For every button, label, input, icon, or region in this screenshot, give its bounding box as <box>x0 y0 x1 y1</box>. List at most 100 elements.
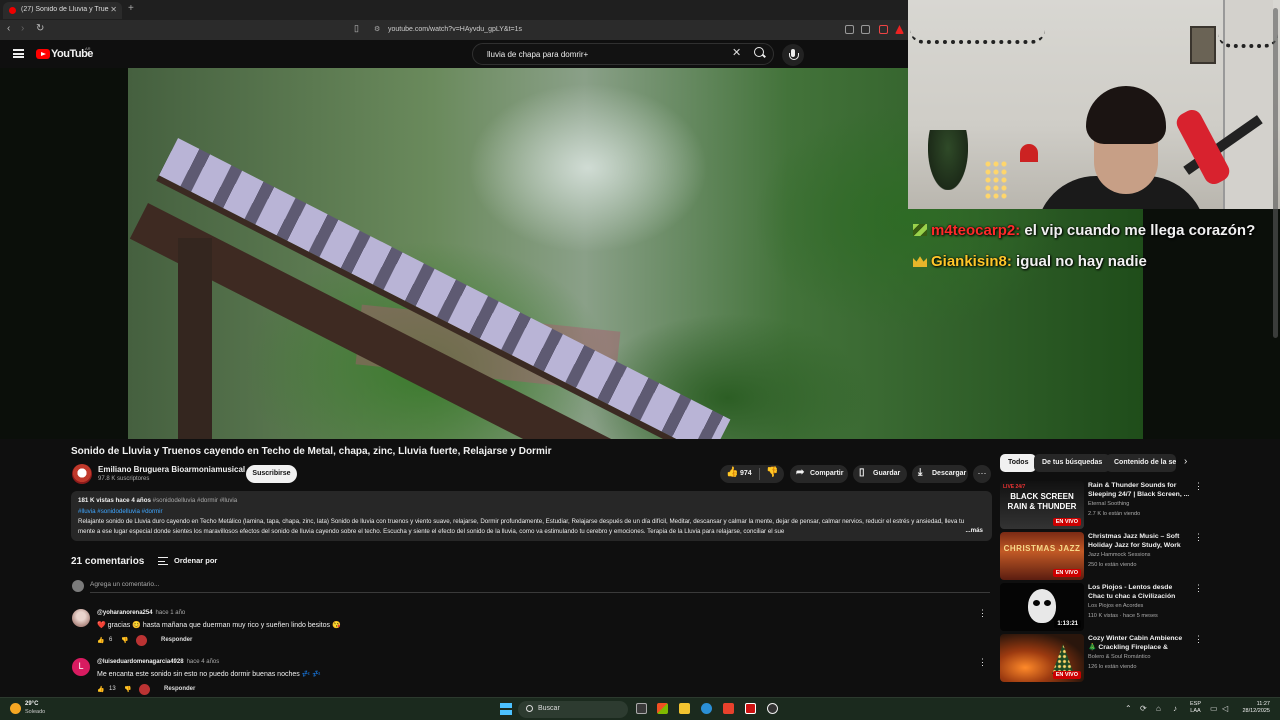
chip-related[interactable]: Contenido de la se <box>1106 454 1176 472</box>
recommendation-channel[interactable]: Eternal Soothing <box>1088 501 1129 507</box>
recording-app-icon[interactable] <box>745 703 756 714</box>
chip-all[interactable]: Todos <box>1000 454 1037 472</box>
microphone-icon[interactable] <box>782 44 804 66</box>
share-page-icon[interactable] <box>861 25 870 34</box>
back-icon[interactable]: ‹ <box>7 23 10 34</box>
widgets-icon[interactable] <box>657 703 668 714</box>
dislike-icon[interactable]: 👎 <box>124 686 131 693</box>
comment-time[interactable]: hace 4 años <box>187 659 220 665</box>
description-hashtags[interactable]: #lluvia #sonidodelluvia #dormir <box>78 508 163 515</box>
sun-icon[interactable] <box>10 703 21 714</box>
weather-temperature[interactable]: 29°C <box>25 701 38 707</box>
bookmark-icon[interactable]: ▯ <box>354 23 359 34</box>
address-bar[interactable]: ⚙ youtube.com/watch?v=HAyvdu_gpLY&t=1s <box>368 23 838 37</box>
recommendation-channel[interactable]: Los Piojos en Acordes <box>1088 603 1143 609</box>
network-icon[interactable]: ⌂ <box>1156 704 1161 713</box>
add-comment-input[interactable]: Agrega un comentario... <box>90 581 159 588</box>
description-box[interactable]: 181 K vistas hace 4 años #sonidodelluvia… <box>71 491 992 541</box>
search-icon[interactable] <box>754 47 764 57</box>
dislike-icon[interactable]: 👎 <box>121 637 128 644</box>
search-input[interactable]: lluvia de chapa para domrir+ <box>472 43 774 65</box>
recommendation-thumbnail[interactable]: EN VIVO <box>1000 634 1084 682</box>
windows-start-icon[interactable] <box>500 703 512 715</box>
edge-icon[interactable] <box>701 703 712 714</box>
more-actions-button[interactable]: ··· <box>973 465 991 483</box>
comment-like-count: 6 <box>109 637 113 643</box>
recommendation-thumbnail[interactable]: 1:13:21 <box>1000 583 1084 631</box>
more-options-icon[interactable]: ⋮ <box>1194 532 1203 543</box>
comment-avatar[interactable] <box>72 609 90 627</box>
sync-icon[interactable]: ⟳ <box>1140 704 1147 713</box>
language-indicator[interactable]: ESP LAA <box>1190 701 1201 715</box>
channel-avatar[interactable] <box>72 464 92 484</box>
more-options-icon[interactable]: ⋮ <box>1194 481 1203 492</box>
recommendation-item[interactable]: 1:13:21 Los Piojos - Lentos desde Chac t… <box>1000 583 1205 631</box>
recommendation-title[interactable]: Rain & Thunder Sounds for Sleeping 24/7 … <box>1088 481 1190 499</box>
save-button[interactable]: ▯ Guardar <box>853 465 907 483</box>
chip-from-searches[interactable]: De tus búsquedas <box>1034 454 1111 472</box>
weather-description[interactable]: Soleado <box>25 709 45 715</box>
reload-icon[interactable]: ↻ <box>36 23 44 34</box>
reply-button[interactable]: Responder <box>164 686 195 692</box>
taskbar-search[interactable]: Buscar <box>518 701 628 718</box>
comment-author[interactable]: @luiseduardomenagarcia4928 hace 4 años <box>97 659 219 665</box>
display-icon[interactable]: ▭ <box>1210 704 1218 713</box>
youtube-logo-icon[interactable] <box>36 49 50 59</box>
brave-browser-icon[interactable] <box>723 703 734 714</box>
comment-username[interactable]: @yoharanorena254 <box>97 610 153 616</box>
recommendation-title[interactable]: Christmas Jazz Music – Soft Holiday Jazz… <box>1088 532 1190 551</box>
channel-name[interactable]: Emiliano Bruguera Bioarmoniamusical <box>98 465 245 474</box>
creator-heart-avatar <box>139 684 150 695</box>
menu-icon[interactable] <box>13 49 24 58</box>
like-icon[interactable]: 👍 <box>726 467 738 478</box>
task-view-icon[interactable] <box>636 703 647 714</box>
more-options-icon[interactable]: ⋮ <box>1194 583 1203 594</box>
comment-avatar[interactable]: L <box>72 658 90 676</box>
chevron-right-icon[interactable]: › <box>1184 456 1187 467</box>
sort-button[interactable]: Ordenar por <box>174 556 217 565</box>
chevron-up-icon[interactable]: ⌃ <box>1125 704 1132 713</box>
browser-tab[interactable]: (27) Sonido de Lluvia y Truenos c ✕ <box>3 2 122 19</box>
volume-icon[interactable]: ◁ <box>1222 704 1228 713</box>
like-icon[interactable]: 👍 <box>97 686 104 693</box>
site-info-icon[interactable]: ⚙ <box>374 25 380 33</box>
recommendation-channel[interactable]: Jazz Hammock Sessions <box>1088 552 1150 558</box>
recommendation-channel[interactable]: Bolero & Soul Romántico <box>1088 654 1151 660</box>
share-button[interactable]: ➦ Compartir <box>790 465 848 483</box>
like-icon[interactable]: 👍 <box>97 637 104 644</box>
recommendation-thumbnail[interactable]: LIVE 24/7 BLACK SCREEN RAIN & THUNDER EN… <box>1000 481 1084 529</box>
file-explorer-icon[interactable] <box>679 703 690 714</box>
recommendation-item[interactable]: CHRISTMAS JAZZ EN VIVO Christmas Jazz Mu… <box>1000 532 1205 580</box>
show-more-link[interactable]: ...más <box>963 527 983 534</box>
obs-icon[interactable] <box>767 703 778 714</box>
reply-button[interactable]: Responder <box>161 637 192 643</box>
door <box>1223 0 1273 209</box>
alert-extension-icon[interactable] <box>895 25 904 34</box>
sort-icon[interactable] <box>158 557 168 565</box>
recommendation-title[interactable]: Los Piojos - Lentos desde Chac tu chac a… <box>1088 583 1190 601</box>
close-tab-icon[interactable]: ✕ <box>110 5 117 14</box>
comment-more-icon[interactable]: ⋮ <box>978 608 987 619</box>
cast-icon[interactable] <box>845 25 854 34</box>
more-options-icon[interactable]: ⋮ <box>1194 634 1203 645</box>
like-count[interactable]: 974 <box>740 470 752 477</box>
comment-time[interactable]: hace 1 año <box>156 610 186 616</box>
download-button[interactable]: ⤓ Descargar <box>912 465 968 483</box>
microphone-tray-icon[interactable]: ♪ <box>1173 704 1177 713</box>
comment-username[interactable]: @luiseduardomenagarcia4928 <box>97 659 184 665</box>
dislike-icon[interactable]: 👎 <box>766 467 778 478</box>
subscribe-button[interactable]: Suscribirse <box>246 465 297 483</box>
taskbar-clock[interactable]: 11:27 28/12/2025 <box>1236 701 1270 715</box>
comment-more-icon[interactable]: ⋮ <box>978 657 987 668</box>
extension-icon[interactable] <box>879 25 888 34</box>
page-scrollbar[interactable] <box>1273 8 1278 338</box>
recommendation-thumbnail[interactable]: CHRISTMAS JAZZ EN VIVO <box>1000 532 1084 580</box>
clear-search-icon[interactable]: ✕ <box>732 46 741 59</box>
recommendation-item[interactable]: LIVE 24/7 BLACK SCREEN RAIN & THUNDER EN… <box>1000 481 1205 529</box>
new-tab-icon[interactable]: + <box>128 3 134 14</box>
comment-author[interactable]: @yoharanorena254 hace 1 año <box>97 610 185 616</box>
recommendation-item[interactable]: EN VIVO Cozy Winter Cabin Ambience 🎄 Cra… <box>1000 634 1205 682</box>
recommendation-title[interactable]: Cozy Winter Cabin Ambience 🎄 Crackling F… <box>1088 634 1190 653</box>
webcam-overlay <box>908 0 1280 209</box>
forward-icon[interactable]: › <box>21 23 24 34</box>
